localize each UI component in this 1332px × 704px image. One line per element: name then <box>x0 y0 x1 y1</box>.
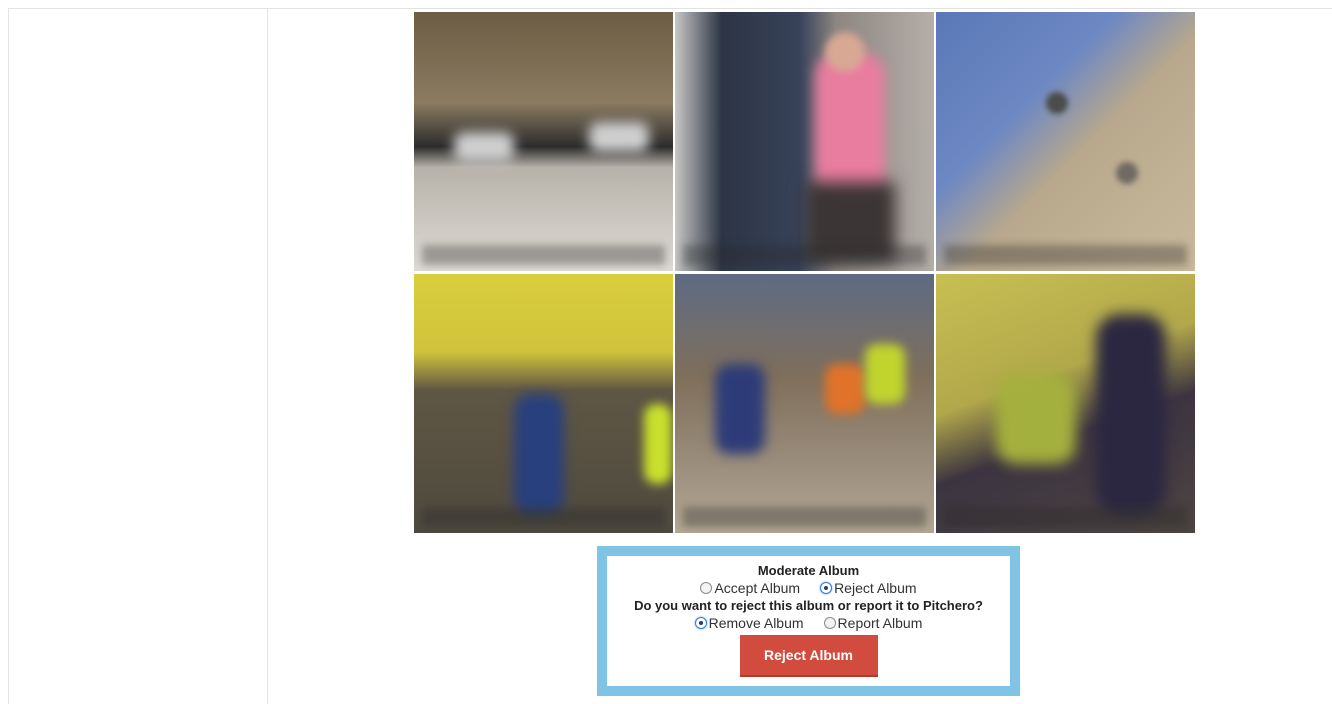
moderate-album-title: Moderate Album <box>757 563 860 578</box>
album-photo-3[interactable] <box>936 12 1195 271</box>
reject-album-radio[interactable] <box>820 582 833 594</box>
album-photo-2[interactable] <box>675 12 934 271</box>
remove-album-label: Remove Album <box>708 615 804 631</box>
page: Moderate Album Accept Album Reject Album… <box>0 0 1332 704</box>
report-album-radio[interactable] <box>823 617 836 629</box>
accept-album-option[interactable]: Accept Album <box>700 579 800 597</box>
reject-album-option[interactable]: Reject Album <box>820 579 917 597</box>
reject-action-group: Remove Album Report Album <box>685 614 933 632</box>
accept-album-label: Accept Album <box>714 580 801 596</box>
photo-caption-bar <box>422 507 665 527</box>
report-album-label: Report Album <box>837 615 923 631</box>
reject-album-label: Reject Album <box>834 580 917 596</box>
moderation-decision-group: Accept Album Reject Album <box>690 579 926 597</box>
album-photo-4[interactable] <box>414 274 673 533</box>
photo-caption-bar <box>683 245 926 265</box>
album-photo-6[interactable] <box>936 274 1195 533</box>
left-sidebar-column <box>8 8 268 704</box>
photo-caption-bar <box>944 507 1187 527</box>
album-photo-grid <box>414 12 1198 533</box>
accept-album-radio[interactable] <box>700 582 713 594</box>
moderate-album-panel: Moderate Album Accept Album Reject Album… <box>597 546 1020 696</box>
reject-question: Do you want to reject this album or repo… <box>634 598 983 613</box>
photo-caption-bar <box>944 245 1187 265</box>
report-album-option[interactable]: Report Album <box>823 614 923 632</box>
album-photo-5[interactable] <box>675 274 934 533</box>
reject-album-button[interactable]: Reject Album <box>739 635 878 677</box>
remove-album-option[interactable]: Remove Album <box>694 614 804 632</box>
album-photo-1[interactable] <box>414 12 673 271</box>
photo-caption-bar <box>422 245 665 265</box>
remove-album-radio[interactable] <box>694 617 707 629</box>
photo-caption-bar <box>683 507 926 527</box>
